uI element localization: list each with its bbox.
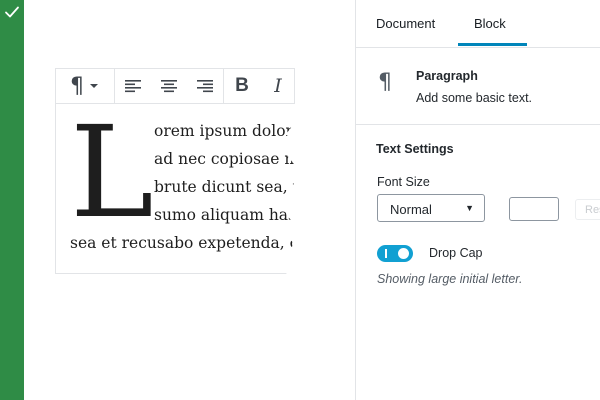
checkmark-icon [5, 6, 19, 18]
block-type-switcher[interactable]: ¶ [56, 69, 114, 103]
paragraph-line: sumo aliquam has, [154, 206, 295, 224]
align-left-icon [125, 80, 141, 93]
drop-cap-help-text: Showing large initial letter. [377, 272, 523, 286]
bold-button[interactable]: B [224, 69, 260, 103]
block-card-description: Add some basic text. [416, 91, 533, 105]
italic-icon: I [274, 75, 282, 97]
cropped-edge [286, 104, 302, 274]
font-size-value: Normal [390, 202, 432, 217]
tab-document[interactable]: Document [376, 16, 435, 31]
align-right-button[interactable] [187, 69, 223, 103]
paragraph-icon: ¶ [70, 73, 84, 99]
align-left-button[interactable] [115, 69, 151, 103]
paragraph-line: sea et recusabo expetenda, or [70, 234, 295, 252]
alignment-group [115, 69, 224, 103]
settings-sidebar: Document Block ¶ Paragraph Add some basi… [355, 0, 600, 400]
paragraph-line: ad nec copiosae m [154, 150, 295, 168]
status-strip [0, 0, 24, 400]
drop-cap-toggle[interactable] [377, 245, 413, 262]
drop-cap-label: Drop Cap [429, 246, 483, 260]
block-toolbar: ¶ B I [55, 68, 295, 104]
format-group: B I [224, 69, 296, 103]
reset-button[interactable]: Res [575, 199, 600, 220]
sidebar-tabs: Document Block [356, 0, 600, 48]
tab-block[interactable]: Block [474, 16, 506, 31]
custom-font-size-input[interactable] [509, 197, 559, 221]
align-right-icon [197, 80, 213, 93]
caret-down-icon: ▼ [465, 203, 474, 213]
drop-cap-letter: L [70, 104, 154, 246]
block-switcher-group: ¶ [56, 69, 115, 103]
paragraph-icon: ¶ [378, 70, 392, 95]
align-center-icon [161, 80, 177, 93]
caret-down-icon [90, 84, 98, 88]
font-size-select[interactable]: Normal ▼ [377, 194, 485, 222]
paragraph-block[interactable]: L orem ipsum dolor s ad nec copiosae m b… [55, 104, 295, 274]
paragraph-line: brute dicunt sea, u [154, 178, 295, 196]
toggle-on-mark [385, 249, 387, 258]
active-tab-indicator [458, 43, 527, 46]
block-card: ¶ Paragraph Add some basic text. [356, 48, 600, 125]
text-settings-title[interactable]: Text Settings [376, 142, 454, 156]
toggle-knob [398, 248, 409, 259]
align-center-button[interactable] [151, 69, 187, 103]
italic-button[interactable]: I [260, 69, 296, 103]
font-size-label: Font Size [377, 175, 430, 189]
block-card-title: Paragraph [416, 69, 478, 83]
bold-icon: B [235, 75, 249, 96]
paragraph-line: orem ipsum dolor s [154, 122, 295, 140]
